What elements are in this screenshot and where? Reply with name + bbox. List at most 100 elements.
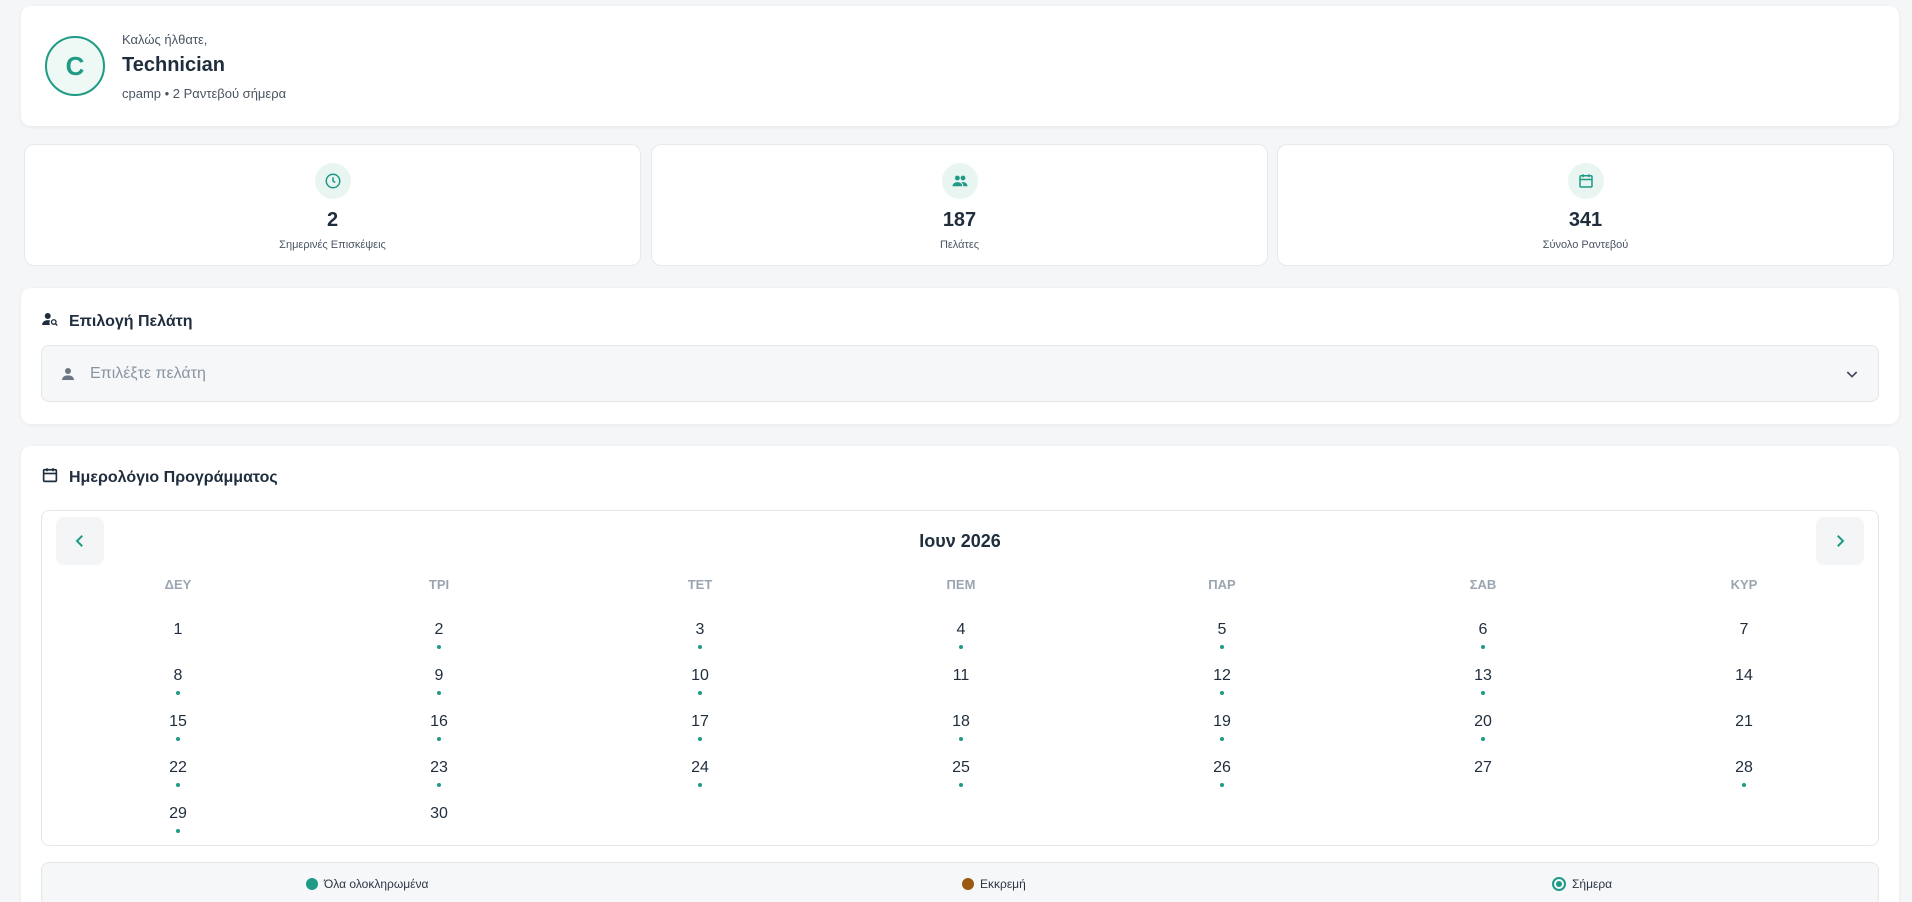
legend-completed-label: Όλα ολοκληρωμένα (324, 877, 429, 891)
appointment-dot (698, 737, 702, 741)
user-role-title: Technician (122, 54, 225, 76)
calendar-legend: Όλα ολοκληρωμένα Εκκρεμή Σήμερα (41, 862, 1879, 902)
calendar-day-number: 5 (1217, 621, 1227, 638)
calendar-day[interactable]: 27 (1463, 753, 1503, 791)
appointment-dot (176, 783, 180, 787)
client-select-title: Επιλογή Πελάτη (41, 310, 193, 333)
appointment-dot (1220, 783, 1224, 787)
calendar-day-number: 1 (173, 621, 183, 638)
calendar-icon (41, 466, 59, 489)
calendar-day[interactable]: 21 (1724, 707, 1764, 745)
calendar-day[interactable]: 11 (941, 661, 981, 699)
month-label: Ιουν 2026 (919, 531, 1001, 551)
calendar-day[interactable]: 3 (680, 615, 720, 653)
appointment-dot (959, 737, 963, 741)
calendar-day[interactable]: 17 (680, 707, 720, 745)
weekday-label: ΠΕΜ (946, 577, 976, 592)
calendar-day[interactable]: 2 (419, 615, 459, 653)
calendar-day-number: 27 (1474, 759, 1492, 776)
calendar-title: Ημερολόγιο Προγράμματος (41, 466, 278, 489)
calendar-day[interactable]: 15 (158, 707, 198, 745)
weekday-label: ΚΥΡ (1730, 577, 1758, 592)
calendar-day-number: 17 (691, 713, 709, 730)
stat-card-clients: 187 Πελάτες (651, 144, 1268, 266)
stat-label: Σύνολο Ραντεβού (1542, 239, 1629, 251)
legend-pending: Εκκρεμή (962, 877, 1026, 891)
appointment-dot (959, 783, 963, 787)
calendar-day-number: 19 (1213, 713, 1231, 730)
calendar-day-number: 6 (1478, 621, 1488, 638)
user-search-icon (41, 310, 59, 333)
calendar-day[interactable]: 10 (680, 661, 720, 699)
clock-icon (314, 163, 351, 199)
appointment-dot (1742, 783, 1746, 787)
calendar-day[interactable]: 1 (158, 615, 198, 653)
calendar-day[interactable]: 26 (1202, 753, 1242, 791)
stat-value: 341 (1568, 209, 1603, 231)
calendar-day-number: 16 (430, 713, 448, 730)
calendar-day-number: 18 (952, 713, 970, 730)
avatar: C (45, 36, 105, 96)
client-select-dropdown[interactable]: Επιλέξτε πελάτη (41, 345, 1879, 402)
calendar-day-number: 12 (1213, 667, 1231, 684)
calendar-day[interactable]: 14 (1724, 661, 1764, 699)
calendar-day-number: 2 (434, 621, 444, 638)
calendar-day[interactable]: 7 (1724, 615, 1764, 653)
weekday-label: ΣΑΒ (1469, 577, 1497, 592)
calendar-day-number: 8 (173, 667, 183, 684)
calendar-day[interactable]: 29 (158, 799, 198, 837)
calendar-day[interactable]: 8 (158, 661, 198, 699)
stat-value: 187 (942, 209, 977, 231)
calendar-day-number: 15 (169, 713, 187, 730)
weekday-label: ΤΕΤ (687, 577, 713, 592)
welcome-card: C Καλώς ήλθατε, Technician cpamp • 2 Ραν… (21, 6, 1899, 126)
calendar-day[interactable]: 9 (419, 661, 459, 699)
calendar-day[interactable]: 4 (941, 615, 981, 653)
calendar-day-number: 28 (1735, 759, 1753, 776)
calendar-day[interactable]: 6 (1463, 615, 1503, 653)
calendar-day[interactable]: 28 (1724, 753, 1764, 791)
appointment-dot (959, 645, 963, 649)
calendar-day[interactable]: 22 (158, 753, 198, 791)
calendar-day[interactable]: 12 (1202, 661, 1242, 699)
calendar-day-number: 30 (430, 805, 448, 822)
legend-today-label: Σήμερα (1572, 877, 1613, 891)
calendar-day-number: 20 (1474, 713, 1492, 730)
calendar-day-number: 26 (1213, 759, 1231, 776)
person-icon (60, 366, 76, 387)
calendar-day[interactable]: 30 (419, 799, 459, 837)
calendar-day[interactable]: 18 (941, 707, 981, 745)
calendar-day[interactable]: 19 (1202, 707, 1242, 745)
calendar-day[interactable]: 20 (1463, 707, 1503, 745)
calendar-day[interactable]: 25 (941, 753, 981, 791)
calendar-day[interactable]: 24 (680, 753, 720, 791)
stat-value: 2 (326, 209, 339, 231)
appointment-dot (176, 829, 180, 833)
next-month-button[interactable] (1816, 517, 1864, 565)
chevron-right-icon (1837, 535, 1845, 547)
calendar-icon (1567, 163, 1604, 199)
calendar-day-number: 7 (1739, 621, 1749, 638)
calendar-day-number: 21 (1735, 713, 1753, 730)
legend-completed: Όλα ολοκληρωμένα (306, 877, 428, 891)
calendar-day[interactable]: 16 (419, 707, 459, 745)
chevron-down-icon[interactable] (1844, 366, 1860, 387)
client-select-card: Επιλογή Πελάτη Επιλέξτε πελάτη (21, 288, 1899, 424)
legend-today: Σήμερα (1552, 877, 1612, 891)
appointment-dot (176, 737, 180, 741)
calendar-day[interactable]: 13 (1463, 661, 1503, 699)
calendar-day[interactable]: 5 (1202, 615, 1242, 653)
calendar-day-number: 14 (1735, 667, 1753, 684)
calendar-day-number: 11 (952, 667, 970, 684)
greeting-text: Καλώς ήλθατε, (122, 32, 208, 47)
appointment-dot (1481, 645, 1485, 649)
calendar-day-number: 25 (952, 759, 970, 776)
client-select-placeholder: Επιλέξτε πελάτη (90, 365, 206, 382)
calendar-day[interactable]: 23 (419, 753, 459, 791)
appointment-dot (1220, 645, 1224, 649)
user-subtitle: cpamp • 2 Ραντεβού σήμερα (122, 86, 287, 101)
calendar-day-number: 23 (430, 759, 448, 776)
stat-label: Πελάτες (939, 239, 980, 251)
stat-card-today-visits: 2 Σημερινές Επισκέψεις (24, 144, 641, 266)
appointment-dot (176, 691, 180, 695)
